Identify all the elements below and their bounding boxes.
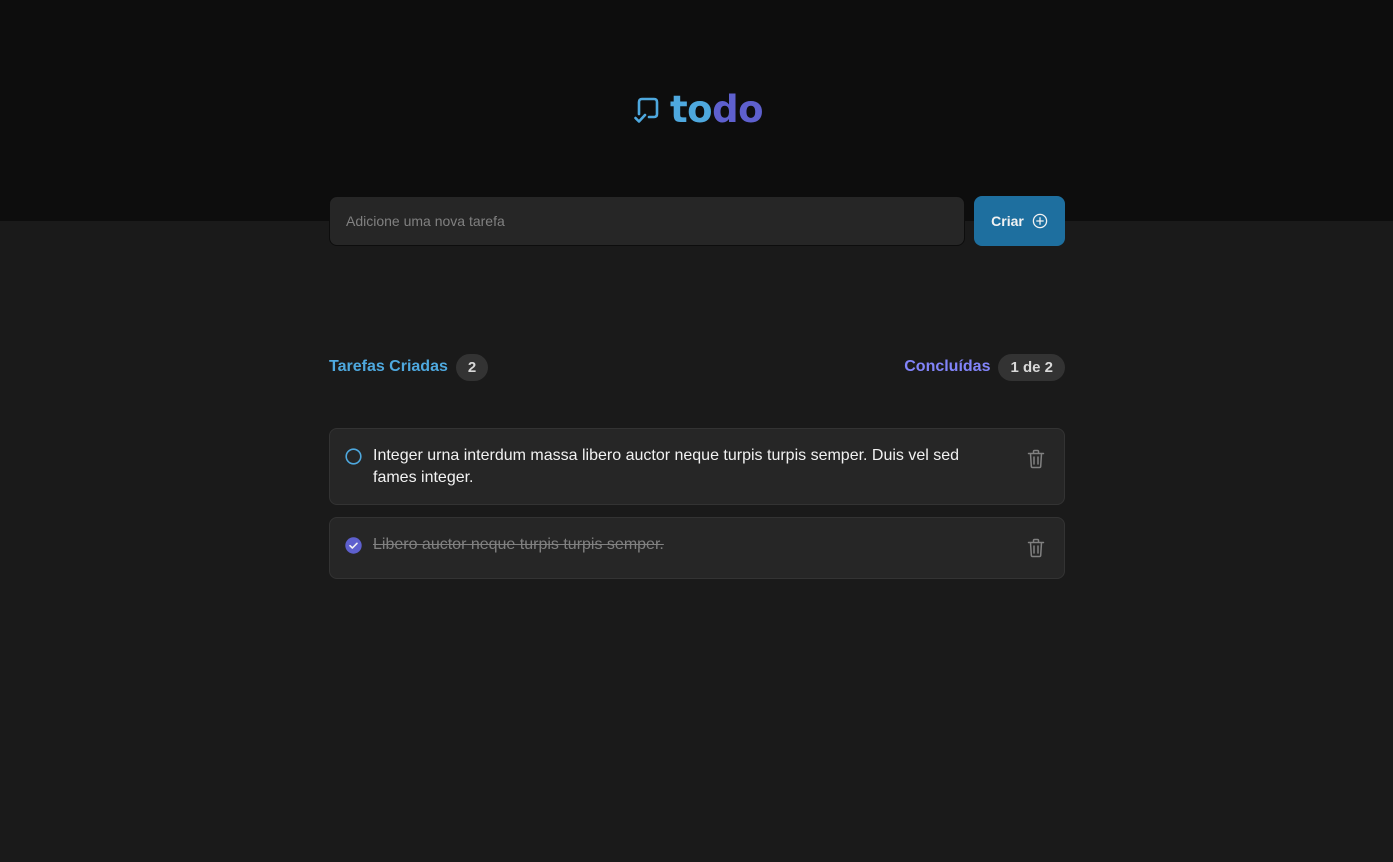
task-text: Integer urna interdum massa libero aucto… bbox=[373, 447, 960, 486]
delete-task-button[interactable] bbox=[1024, 536, 1048, 560]
logo-text-part1: to bbox=[670, 88, 713, 131]
task-counters: Tarefas Criadas 2 Concluídas 1 de 2 bbox=[329, 353, 1065, 381]
plus-circle-icon bbox=[1032, 213, 1048, 229]
created-count-badge: 2 bbox=[455, 353, 489, 381]
logo-text: todo bbox=[670, 88, 764, 132]
created-counter: Tarefas Criadas 2 bbox=[329, 353, 489, 381]
task-item: Integer urna interdum massa libero aucto… bbox=[329, 428, 1065, 505]
trash-icon bbox=[1027, 449, 1045, 469]
done-tasks-label: Concluídas bbox=[904, 358, 991, 375]
task-text: Libero auctor neque turpis turpis semper… bbox=[373, 536, 664, 553]
create-task-button[interactable]: Criar bbox=[974, 196, 1065, 246]
created-tasks-label: Tarefas Criadas bbox=[329, 358, 448, 375]
done-counter: Concluídas 1 de 2 bbox=[904, 353, 1065, 381]
create-button-label: Criar bbox=[991, 213, 1024, 229]
new-task-form: Criar bbox=[329, 196, 1065, 246]
unchecked-circle-icon[interactable] bbox=[345, 448, 362, 465]
delete-task-button[interactable] bbox=[1024, 447, 1048, 471]
task-list: Integer urna interdum massa libero aucto… bbox=[329, 428, 1065, 579]
header: todo bbox=[0, 0, 1393, 221]
task-item: Libero auctor neque turpis turpis semper… bbox=[329, 517, 1065, 579]
logo: todo bbox=[634, 88, 764, 132]
done-count-badge: 1 de 2 bbox=[998, 353, 1065, 381]
checked-circle-icon[interactable] bbox=[345, 537, 362, 554]
logo-text-part2: do bbox=[712, 88, 764, 131]
new-task-input[interactable] bbox=[329, 196, 965, 246]
checkbox-logo-icon bbox=[634, 97, 659, 123]
trash-icon bbox=[1027, 538, 1045, 558]
